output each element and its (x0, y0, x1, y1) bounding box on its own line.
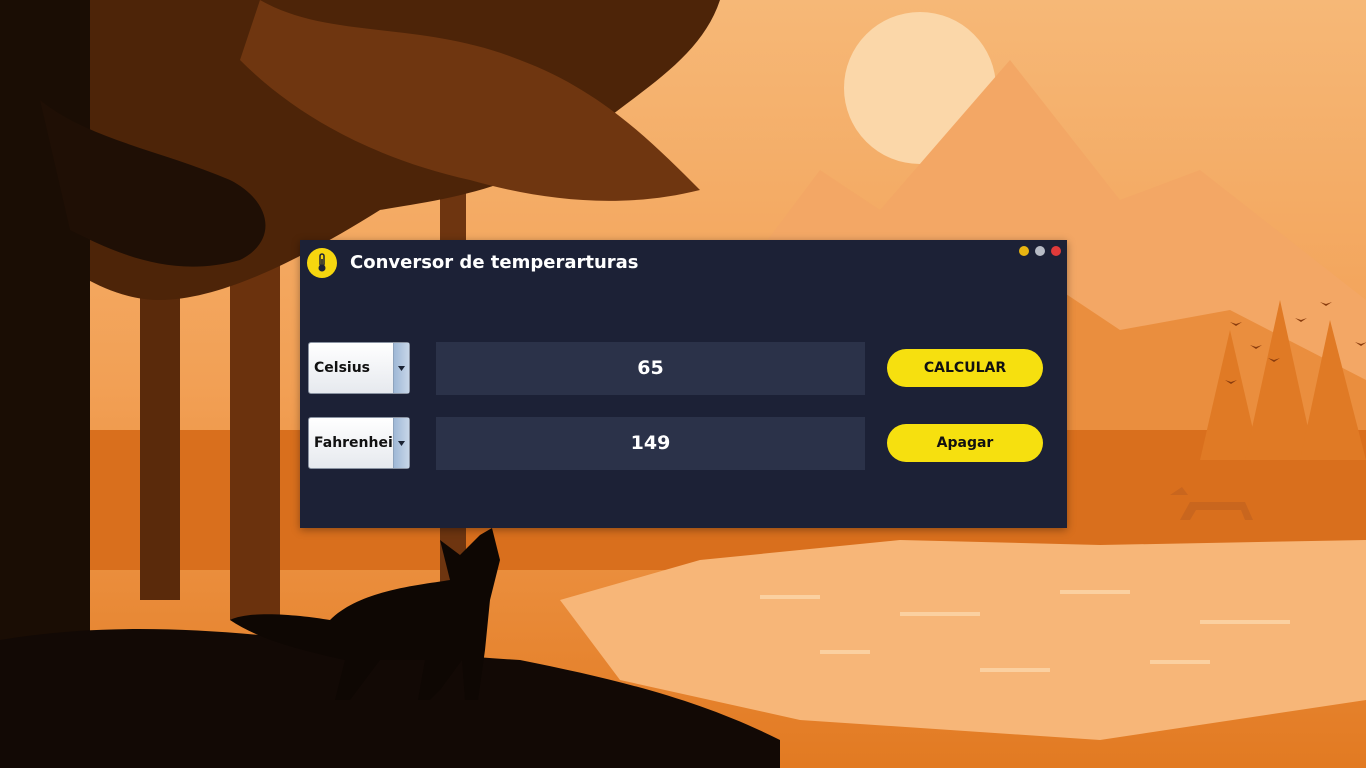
maximize-button[interactable] (1035, 246, 1045, 256)
output-value-field[interactable]: 149 (436, 417, 865, 470)
clear-button[interactable]: Apagar (887, 424, 1043, 462)
thermometer-icon (307, 248, 337, 278)
from-unit-value: Celsius (314, 360, 370, 376)
window-title: Conversor de temperarturas (350, 252, 639, 273)
from-unit-select[interactable]: Celsius (308, 342, 410, 394)
chevron-down-icon[interactable] (393, 418, 409, 468)
minimize-button[interactable] (1019, 246, 1029, 256)
close-button[interactable] (1051, 246, 1061, 256)
to-unit-select[interactable]: Fahrenheit (308, 417, 410, 469)
calculate-button[interactable]: CALCULAR (887, 349, 1043, 387)
to-unit-value: Fahrenheit (314, 435, 400, 451)
converter-window: Conversor de temperarturas Celsius 65 CA… (300, 240, 1067, 528)
input-value-field[interactable]: 65 (436, 342, 865, 395)
chevron-down-icon[interactable] (393, 343, 409, 393)
